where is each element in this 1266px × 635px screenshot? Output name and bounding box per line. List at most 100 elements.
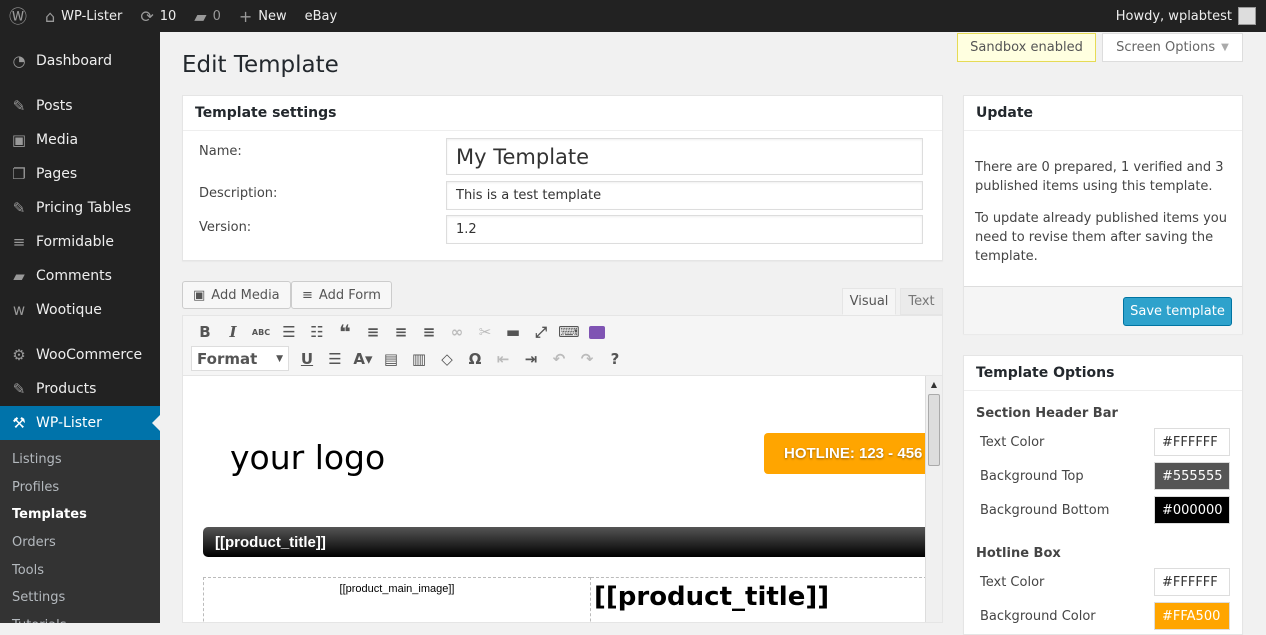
sidebar-item-formidable[interactable]: ≡ Formidable	[0, 225, 160, 259]
sidebar-item-media[interactable]: ▣ Media	[0, 123, 160, 157]
ebay-label: eBay	[304, 8, 338, 24]
sidebar-item-label: Products	[36, 381, 97, 397]
color-field[interactable]: #000000	[1154, 496, 1230, 524]
kitchen-sink-icon[interactable]: ⌨	[555, 323, 583, 341]
align-left-icon[interactable]: ≡	[359, 323, 387, 341]
justify-icon[interactable]: ☰	[321, 350, 349, 368]
update-actions: Save template	[964, 286, 1242, 334]
sidebar-item-pricing-tables[interactable]: ✎ Pricing Tables	[0, 191, 160, 225]
woo-shortcode-icon[interactable]	[583, 323, 611, 341]
sidebar-item-wootique[interactable]: w Wootique	[0, 293, 160, 327]
tab-visual[interactable]: Visual	[842, 288, 896, 315]
template-settings-box: Template settings Name: My Template Desc…	[182, 95, 943, 261]
special-character-icon[interactable]: Ω	[461, 350, 489, 368]
numbered-list-icon[interactable]: ☷	[303, 323, 331, 341]
indent-icon[interactable]: ⇥	[517, 350, 545, 368]
box-title: Template Options	[964, 356, 1242, 391]
submenu-item-tutorials[interactable]: Tutorials	[0, 612, 160, 623]
italic-icon[interactable]: I	[219, 323, 247, 341]
format-select[interactable]: Format ▼	[191, 346, 289, 371]
scrollbar-thumb[interactable]	[928, 394, 940, 466]
add-form-label: Add Form	[318, 287, 381, 303]
outdent-icon[interactable]: ⇤	[489, 350, 517, 368]
sidebar-item-label: Pages	[36, 166, 78, 182]
fullscreen-icon[interactable]: ⤢	[527, 323, 555, 341]
update-status-text: There are 0 prepared, 1 verified and 3 p…	[975, 160, 1224, 194]
option-label: Background Top	[980, 468, 1084, 484]
clear-formatting-icon[interactable]: ◇	[433, 350, 461, 368]
redo-icon[interactable]: ↷	[573, 350, 601, 368]
section-header-bar: [[product_title]]	[203, 527, 927, 557]
color-option-row: Text Color #FFFFFF	[980, 568, 1230, 596]
name-field[interactable]: My Template	[446, 138, 923, 175]
updates-link[interactable]: ⟳ 10	[131, 0, 185, 32]
pin-icon: ✎	[12, 199, 26, 217]
tab-text[interactable]: Text	[900, 288, 943, 315]
wp-logo[interactable]: Ⓦ	[0, 0, 36, 32]
blockquote-icon[interactable]: ❝	[331, 320, 359, 344]
submenu-item-templates[interactable]: Templates	[0, 501, 160, 529]
options-section-title: Section Header Bar	[976, 406, 1118, 421]
format-label: Format	[197, 349, 258, 368]
version-field[interactable]: 1.2	[446, 215, 923, 244]
submenu-item-listings[interactable]: Listings	[0, 446, 160, 474]
color-field[interactable]: #FFFFFF	[1154, 428, 1230, 456]
screen-options-button[interactable]: Screen Options ▼	[1102, 33, 1243, 62]
media-icon: ▣	[193, 287, 206, 303]
sidebar-item-products[interactable]: ✎ Products	[0, 372, 160, 406]
sidebar-item-pages[interactable]: ❐ Pages	[0, 157, 160, 191]
site-link[interactable]: ⌂ WP-Lister	[36, 0, 131, 32]
editor-content[interactable]: your logo HOTLINE: 123 - 456 [[product_t…	[182, 375, 943, 623]
color-field[interactable]: #FFFFFF	[1154, 568, 1230, 596]
editor-scrollbar[interactable]: ▲	[925, 376, 942, 622]
help-icon[interactable]: ?	[601, 350, 629, 368]
submenu-item-tools[interactable]: Tools	[0, 556, 160, 584]
new-label: New	[258, 8, 287, 24]
sidebar-item-comments[interactable]: ▰ Comments	[0, 259, 160, 293]
sidebar-item-woocommerce[interactable]: ⚙ WooCommerce	[0, 338, 160, 372]
color-field[interactable]: #555555	[1154, 462, 1230, 490]
sidebar-item-wp-lister[interactable]: ⚒ WP-Lister	[0, 406, 160, 440]
form-icon: ≡	[12, 233, 26, 251]
submenu-item-profiles[interactable]: Profiles	[0, 474, 160, 502]
unlink-icon[interactable]: ✂	[471, 323, 499, 341]
save-template-button[interactable]: Save template	[1123, 297, 1232, 326]
strikethrough-icon[interactable]: ABC	[247, 328, 275, 337]
screen-options-label: Screen Options	[1116, 40, 1216, 55]
update-icon: ⟳	[140, 6, 154, 26]
sidebar-item-posts[interactable]: ✎ Posts	[0, 89, 160, 123]
admin-sidebar: ◔ Dashboard ✎ Posts ▣ Media ❐ Pages ✎ Pricing Tab…	[0, 32, 160, 623]
bullet-list-icon[interactable]: ☰	[275, 323, 303, 341]
add-form-button[interactable]: ≡ Add Form	[291, 281, 392, 309]
undo-icon[interactable]: ↶	[545, 350, 573, 368]
add-media-button[interactable]: ▣ Add Media	[182, 281, 291, 309]
paste-word-icon[interactable]: ▥	[405, 350, 433, 368]
read-more-icon[interactable]: ▬	[499, 323, 527, 341]
paste-text-icon[interactable]: ▤	[377, 350, 405, 368]
bold-icon[interactable]: B	[191, 323, 219, 341]
comments-link[interactable]: ▰ 0	[185, 0, 230, 32]
color-option-row: Background Bottom #000000	[980, 496, 1230, 524]
underline-icon[interactable]: U	[293, 350, 321, 368]
color-field[interactable]: #FFA500	[1154, 602, 1230, 630]
new-link[interactable]: + New	[230, 0, 296, 32]
align-center-icon[interactable]: ≡	[387, 323, 415, 341]
sidebar-item-dashboard[interactable]: ◔ Dashboard	[0, 44, 160, 78]
box-title: Template settings	[183, 96, 942, 131]
pin-icon: ✎	[12, 380, 26, 398]
box-title: Update	[964, 96, 1242, 131]
text-color-icon[interactable]: A▾	[349, 350, 377, 368]
ebay-link[interactable]: eBay	[296, 0, 347, 32]
wp-lister-submenu: Listings Profiles Templates Orders Tools Sett…	[0, 440, 160, 623]
template-options-box: Template Options Section Header Bar Text …	[963, 355, 1243, 635]
submenu-item-orders[interactable]: Orders	[0, 529, 160, 557]
sandbox-notice: Sandbox enabled	[957, 33, 1096, 62]
submenu-item-settings[interactable]: Settings	[0, 584, 160, 612]
account-menu[interactable]: Howdy, wplabtest	[1116, 0, 1256, 32]
howdy-text: Howdy, wplabtest	[1115, 8, 1232, 24]
align-right-icon[interactable]: ≡	[415, 323, 443, 341]
scroll-up-icon[interactable]: ▲	[926, 376, 942, 394]
add-media-label: Add Media	[211, 287, 280, 303]
link-icon[interactable]: ∞	[443, 323, 471, 341]
description-field[interactable]: This is a test template	[446, 181, 923, 210]
